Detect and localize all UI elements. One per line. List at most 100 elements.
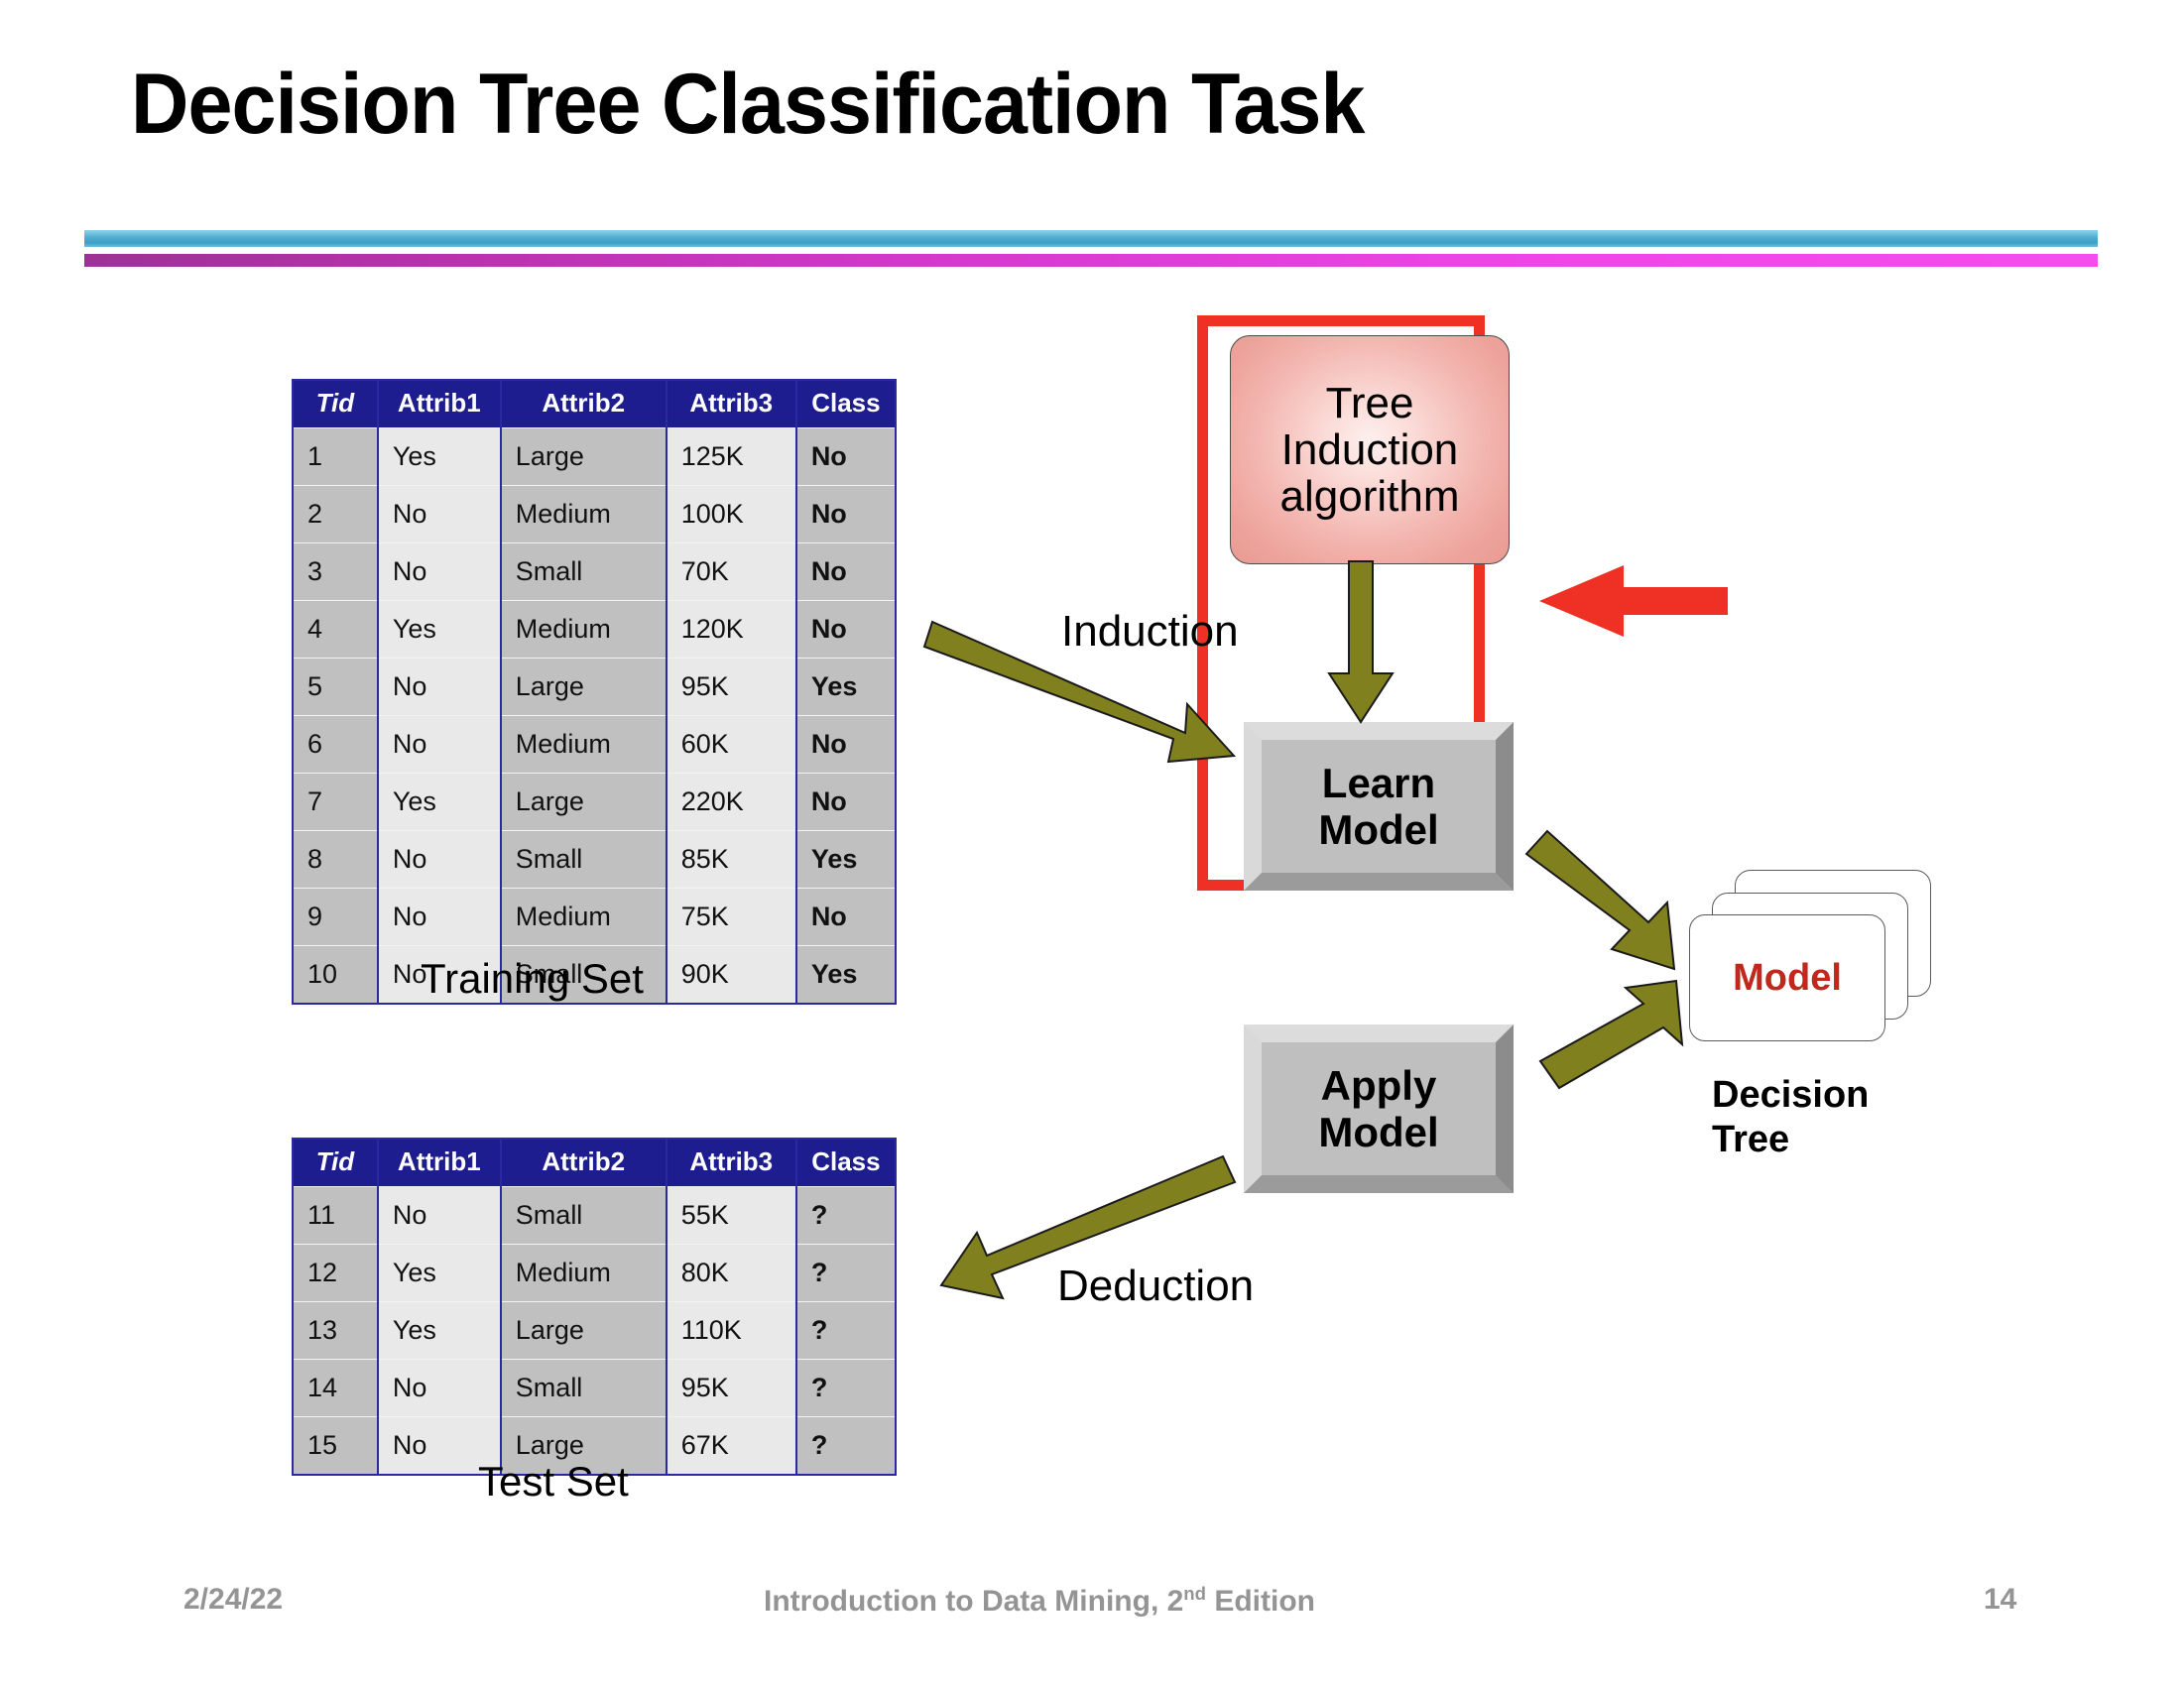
cell-attrib1: No [377,715,502,774]
cell-class: No [795,600,896,659]
cell-attrib3: 100K [666,485,797,543]
apply-model-box: Apply Model [1244,1024,1514,1193]
cell-attrib2: Medium [500,1244,667,1302]
test-set-caption: Test Set [478,1458,629,1505]
column-header-class: Class [795,1139,896,1187]
model-card-stack: Model [1689,870,1947,1048]
cell-attrib1: Yes [377,1244,502,1302]
cell-attrib2: Medium [500,600,667,659]
cell-attrib3: 90K [666,945,797,1004]
table-row: 3 No Small 70K No [293,542,896,601]
cell-attrib2: Large [500,1301,667,1360]
cell-class: ? [795,1301,896,1360]
test-set-table: Tid Attrib1 Attrib2 Attrib3 Class 11 No … [292,1138,897,1476]
cell-tid: 8 [293,830,379,889]
cell-attrib3: 85K [666,830,797,889]
cell-tid: 7 [293,773,379,831]
cell-tid: 10 [293,945,379,1004]
training-set-table: Tid Attrib1 Attrib2 Attrib3 Class 1 Yes … [292,379,897,1005]
cell-class: No [795,773,896,831]
cell-class: ? [795,1186,896,1245]
table-row: 9 No Medium 75K No [293,888,896,946]
column-header-attrib1: Attrib1 [377,1139,502,1187]
cell-class: Yes [795,830,896,889]
cell-class: ? [795,1244,896,1302]
cell-tid: 5 [293,658,379,716]
table-row: 8 No Small 85K Yes [293,830,896,889]
column-header-attrib2: Attrib2 [500,1139,667,1187]
cell-class: Yes [795,945,896,1004]
cell-class: ? [795,1416,896,1475]
cell-class: Yes [795,658,896,716]
table-row: 5 No Large 95K Yes [293,658,896,716]
table-row: 6 No Medium 60K No [293,715,896,774]
cell-attrib1: Yes [377,600,502,659]
cell-attrib1: Yes [377,427,502,486]
cell-attrib1: No [377,830,502,889]
cell-attrib2: Medium [500,715,667,774]
cell-attrib3: 125K [666,427,797,486]
model-card-front: Model [1689,914,1885,1041]
cell-attrib2: Medium [500,888,667,946]
cell-tid: 1 [293,427,379,486]
table-row: 12 Yes Medium 80K ? [293,1244,896,1302]
cell-attrib3: 75K [666,888,797,946]
cell-attrib2: Medium [500,485,667,543]
column-header-attrib1: Attrib1 [377,380,502,428]
cell-attrib2: Large [500,658,667,716]
footer-source-superscript: nd [1183,1583,1207,1604]
cell-attrib3: 80K [666,1244,797,1302]
footer-source: Introduction to Data Mining, 2nd Edition [764,1583,1315,1619]
footer-source-prefix: Introduction to Data Mining, 2 [764,1585,1184,1618]
cell-attrib1: No [377,1359,502,1417]
cell-attrib1: No [377,485,502,543]
footer-date: 2/24/22 [183,1583,284,1616]
cell-tid: 9 [293,888,379,946]
divider-bar-blue [84,230,2098,247]
column-header-attrib3: Attrib3 [666,380,797,428]
cell-attrib1: No [377,1186,502,1245]
red-pointer-arrow-icon [1539,565,1728,637]
table-row: 4 Yes Medium 120K No [293,600,896,659]
cell-tid: 2 [293,485,379,543]
cell-tid: 6 [293,715,379,774]
column-header-attrib3: Attrib3 [666,1139,797,1187]
learn-model-to-model-arrow-icon [1524,829,1676,971]
training-set-caption: Training Set [421,955,644,1002]
cell-attrib3: 120K [666,600,797,659]
cell-tid: 12 [293,1244,379,1302]
column-header-tid: Tid [293,380,379,428]
footer-page-number: 14 [1984,1583,2017,1616]
cell-attrib3: 60K [666,715,797,774]
cell-tid: 14 [293,1359,379,1417]
cell-tid: 3 [293,542,379,601]
cell-attrib3: 95K [666,658,797,716]
cell-tid: 11 [293,1186,379,1245]
cell-attrib3: 220K [666,773,797,831]
apply-model-label: Apply Model [1318,1061,1439,1155]
cell-attrib3: 95K [666,1359,797,1417]
cell-attrib2: Small [500,542,667,601]
cell-class: No [795,485,896,543]
table-header-row: Tid Attrib1 Attrib2 Attrib3 Class [293,380,896,428]
column-header-tid: Tid [293,1139,379,1187]
table-row: 13 Yes Large 110K ? [293,1301,896,1360]
cell-attrib1: Yes [377,773,502,831]
column-header-class: Class [795,380,896,428]
table-header-row: Tid Attrib1 Attrib2 Attrib3 Class [293,1139,896,1187]
cell-class: ? [795,1359,896,1417]
cell-attrib2: Small [500,1186,667,1245]
cell-tid: 13 [293,1301,379,1360]
table-row: 1 Yes Large 125K No [293,427,896,486]
decision-tree-caption: Decision Tree [1712,1074,1870,1160]
cell-attrib3: 110K [666,1301,797,1360]
table-row: 11 No Small 55K ? [293,1186,896,1245]
cell-attrib2: Small [500,830,667,889]
page-title: Decision Tree Classification Task [131,57,1365,152]
cell-class: No [795,542,896,601]
induction-flow-label: Induction [1061,607,1239,656]
table-row: 2 No Medium 100K No [293,485,896,543]
table-row: 7 Yes Large 220K No [293,773,896,831]
cell-attrib1: Yes [377,1301,502,1360]
cell-class: No [795,427,896,486]
